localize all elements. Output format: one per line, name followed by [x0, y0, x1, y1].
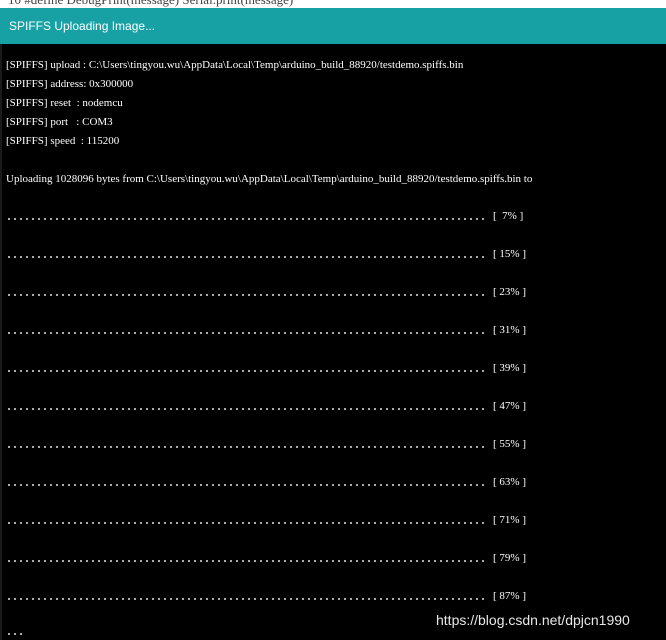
progress-percent: [ 71% ] — [493, 514, 526, 526]
editor-partial-code: 10 #define DebugPrint(message) Serial.pr… — [8, 0, 293, 8]
progress-percent: [ 39% ] — [493, 362, 526, 374]
progress-dots — [6, 255, 486, 259]
upload-status-bar: SPIFFS Uploading Image... — [0, 8, 666, 44]
progress-dots — [6, 369, 486, 373]
progress-percent: [ 23% ] — [493, 286, 526, 298]
progress-percent: [ 55% ] — [493, 438, 526, 450]
progress-percent: [ 15% ] — [493, 248, 526, 260]
progress-percent: [ 47% ] — [493, 400, 526, 412]
progress-percent: [ 87% ] — [493, 590, 526, 602]
progress-dots-partial — [6, 632, 26, 636]
console-line-address: [SPIFFS] address: 0x300000 — [6, 78, 134, 90]
status-text: SPIFFS Uploading Image... — [9, 19, 156, 33]
progress-dots — [6, 293, 486, 297]
console-left-border — [0, 44, 2, 640]
progress-percent: [ 79% ] — [493, 552, 526, 564]
progress-dots — [6, 597, 486, 601]
progress-dots — [6, 217, 486, 221]
console-line-port: [SPIFFS] port : COM3 — [6, 116, 113, 128]
console-line-upload: [SPIFFS] upload : C:\Users\tingyou.wu\Ap… — [6, 59, 464, 71]
progress-dots — [6, 559, 486, 563]
progress-dots — [6, 445, 486, 449]
progress-dots — [6, 331, 486, 335]
progress-percent: [ 7% ] — [493, 210, 524, 222]
console-line-uploading: Uploading 1028096 bytes from C:\Users\ti… — [6, 173, 533, 185]
progress-percent: [ 31% ] — [493, 324, 526, 336]
console-line-speed: [SPIFFS] speed : 115200 — [6, 135, 120, 147]
console-line-reset: [SPIFFS] reset : nodemcu — [6, 97, 123, 109]
progress-dots — [6, 407, 486, 411]
progress-dots — [6, 483, 486, 487]
watermark-text: https://blog.csdn.net/dpjcn1990 — [436, 612, 630, 628]
progress-dots — [6, 521, 486, 525]
editor-code-strip: 10 #define DebugPrint(message) Serial.pr… — [0, 0, 666, 8]
progress-percent: [ 63% ] — [493, 476, 526, 488]
